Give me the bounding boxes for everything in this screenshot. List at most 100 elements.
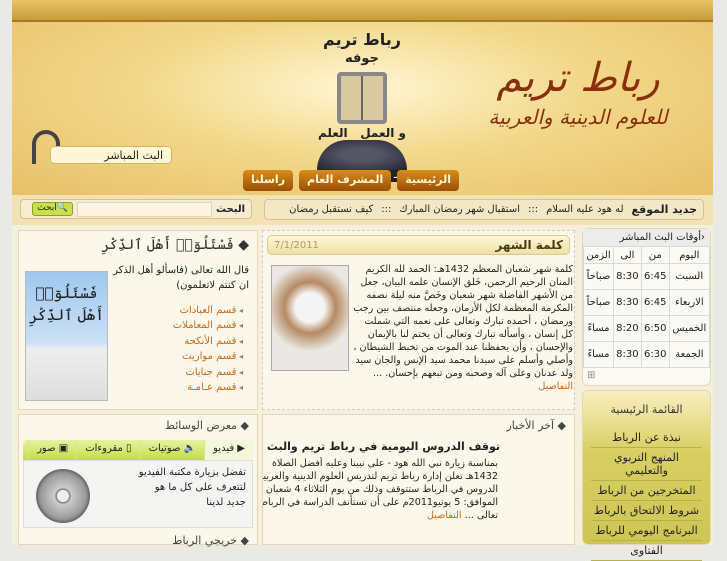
search-input[interactable] — [76, 201, 212, 217]
quran-book-icon — [337, 72, 387, 124]
menu-item[interactable]: المتخرجين من الرباط — [591, 481, 702, 501]
menu-item[interactable]: المنهج التربوي والتعليمي — [591, 448, 702, 481]
ticker-item[interactable]: كيف نستقبل رمضان — [289, 204, 373, 215]
cell: مساءً — [583, 341, 614, 368]
col-period: الزمن — [583, 246, 614, 264]
table-row: الجمعة 6:30 8:30 مساءً — [583, 341, 711, 368]
cell: الاربعاء — [668, 289, 711, 316]
main-nav: راسلنا المشرف العام الرئيسية — [243, 170, 459, 191]
tab-label: مقروءات — [85, 443, 123, 454]
cell: 8:30 — [612, 289, 642, 316]
media-text[interactable]: تفضل بزيارة مكتبة الفيديو لتتعرف على كل … — [136, 465, 246, 510]
nav-supervisor[interactable]: المشرف العام — [299, 170, 392, 191]
latest-news: ◆ آخر الأخبار توقف الدروس اليومية في ربا… — [262, 414, 575, 545]
category-list: قسم العبادات قسم المعاملات قسم الأنكحة ق… — [173, 303, 243, 395]
search-icon: 🔍 — [56, 203, 68, 213]
tab-label: صور — [37, 443, 56, 454]
title-text: معرض الوسائط — [164, 419, 238, 432]
broadcast-times-title: ‹أوقات البث المباشر — [583, 229, 710, 246]
menu-item[interactable]: الفتاوى — [591, 541, 702, 561]
decorative-band — [12, 0, 713, 22]
table-row: الخميس 6:50 8:20 مساءً — [583, 315, 711, 342]
cell: الجمعة — [668, 341, 711, 368]
ticker-title: جديد الموقع — [631, 203, 697, 216]
search-button-label: ابحث — [37, 203, 57, 213]
title-text: خريجي الرباط — [172, 534, 238, 547]
dome-icon — [317, 140, 407, 170]
cell: 6:45 — [640, 263, 670, 290]
live-stream-link[interactable]: البث المباشر — [50, 146, 172, 164]
sheikh-photo — [271, 265, 349, 371]
word-text-block: كلمة شهر شعبان المعظم 1432هـ: الحمد لله … — [351, 263, 573, 393]
table-row: الاربعاء 6:45 8:30 صباحاً — [583, 289, 711, 316]
cell: صباحاً — [583, 289, 614, 316]
col-day: اليوم — [668, 246, 711, 264]
media-title: ◆ معرض الوسائط — [164, 419, 249, 432]
tab-label: صوتيات — [148, 443, 181, 454]
news-line: تعالى ... التفاصيل — [263, 509, 498, 522]
cell: مساءً — [583, 315, 614, 342]
expand-icon[interactable]: ⊞ — [583, 368, 710, 383]
toolbar: البحث 🔍ابحث جديد الموقع له هود عليه السل… — [12, 195, 713, 225]
col-from: من — [640, 246, 670, 264]
title-text: آخر الأخبار — [506, 419, 555, 432]
motto: و العمل العلم — [292, 126, 432, 140]
ask-quote: قال الله تعالى (فاسألو أهل الذكر ان كنتم… — [113, 265, 249, 291]
search-box: البحث 🔍ابحث — [20, 199, 252, 219]
news-headline[interactable]: توقف الدروس اليومية في رباط تريم والبث ا… — [263, 436, 574, 457]
media-gallery: ◆ معرض الوسائط ▶ فيديو 🔈 صوتيات ▯ مقروءا… — [18, 414, 258, 547]
news-line: الدروس في الرباط ستتوقف وذلك من يوم الثل… — [265, 484, 498, 495]
tab-photos[interactable]: ▣ صور — [28, 440, 76, 460]
col-to: الى — [612, 246, 642, 264]
details-link[interactable]: التفاصيل — [538, 381, 573, 392]
brand: رباط تريم للعلوم الدينية والعربية — [463, 55, 693, 129]
main-menu: القائمة الرئيسية نبذة عن الرباط المنهج ا… — [582, 390, 711, 561]
word-date: 7/1/2011 — [274, 239, 319, 251]
news-section-title: ◆ آخر الأخبار — [506, 419, 566, 432]
ask-poster-image: فَسْئَلُوٓا۟ أَهْلَ ٱلذِّكْرِ — [25, 271, 108, 401]
menu-item[interactable]: شروط الالتحاق بالرباط — [591, 501, 702, 521]
tab-label: فيديو — [213, 443, 235, 454]
tab-audio[interactable]: 🔈 صوتيات — [139, 440, 205, 460]
news-line: الموافق: 5 يونيو2011م على أن تستأنف الدر… — [263, 497, 498, 508]
logo-title: رباط تريم — [323, 30, 401, 49]
ticker-item[interactable]: له هود عليه السلام — [546, 204, 623, 215]
ask-title: ◆ فَسْئَلُوٓا۟ أَهْلَ ٱلذِّكْرِ — [101, 237, 249, 253]
category-link[interactable]: قسم العبادات — [180, 305, 237, 316]
table-header: اليوم من الى الزمن — [583, 246, 711, 264]
page: رباط تريم جوفه و العمل العلم 1304 هـ - 1… — [12, 0, 713, 561]
search-button[interactable]: 🔍ابحث — [32, 202, 73, 216]
ticker-separator: ::: — [381, 204, 392, 215]
search-label: البحث — [215, 203, 245, 215]
nav-contact[interactable]: راسلنا — [243, 170, 294, 191]
table-row: السبت 6:45 8:30 صباحاً — [583, 263, 711, 290]
category-link[interactable]: قسم عـامـة — [187, 382, 236, 393]
category-link[interactable]: قسم الأنكحة — [184, 336, 236, 347]
cell: 8:20 — [612, 315, 642, 342]
category-link[interactable]: قسم جنايات — [185, 367, 236, 378]
cell: السبت — [668, 263, 711, 290]
news-body: بمناسبة زيارة نبي الله هود - على نبينا و… — [263, 457, 574, 522]
brand-title: رباط تريم — [496, 55, 660, 101]
category-link[interactable]: قسم المعاملات — [173, 320, 237, 331]
menu-item[interactable]: البرنامج اليومي للرباط — [591, 521, 702, 541]
tab-readings[interactable]: ▯ مقروءات — [76, 440, 139, 460]
details-link[interactable]: التفاصيل — [427, 510, 462, 521]
cell: 6:45 — [640, 289, 670, 316]
menu-item[interactable]: نبذة عن الرباط — [591, 428, 702, 448]
word-of-month: كلمة الشهر 7/1/2011 كلمة شهر شعبان المعظم… — [262, 230, 575, 410]
media-content: تفضل بزيارة مكتبة الفيديو لتتعرف على كل … — [23, 460, 253, 528]
cell: الخميس — [668, 315, 711, 342]
word-header: كلمة الشهر 7/1/2011 — [267, 235, 570, 255]
ticker-item[interactable]: استقبال شهر رمضان المبارك — [399, 204, 520, 215]
category-link[interactable]: قسم مواريث — [182, 351, 236, 362]
word-text: كلمة شهر شعبان المعظم 1432هـ: الحمد لله … — [353, 264, 573, 379]
broadcast-times: ‹أوقات البث المباشر اليوم من الى الزمن السب… — [582, 228, 711, 386]
tab-video[interactable]: ▶ فيديو — [204, 440, 253, 460]
nav-home[interactable]: الرئيسية — [397, 170, 459, 191]
word-title: كلمة الشهر — [495, 238, 563, 252]
media-tabs: ▶ فيديو 🔈 صوتيات ▯ مقروءات ▣ صور — [23, 440, 253, 460]
motto-right: العلم — [317, 126, 348, 140]
logo[interactable]: رباط تريم جوفه و العمل العلم 1304 هـ - 1… — [292, 30, 432, 182]
header: رباط تريم جوفه و العمل العلم 1304 هـ - 1… — [12, 0, 713, 195]
